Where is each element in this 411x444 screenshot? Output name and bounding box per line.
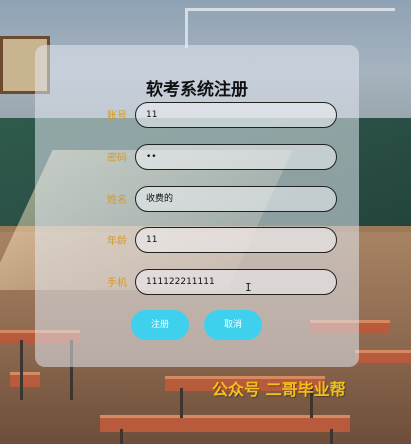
register-card: 软考系统注册 账号 11 密码 •• 姓名 收费的 年龄 11 手机 11112…: [35, 45, 359, 367]
password-label: 密码: [107, 153, 127, 164]
age-row: 年龄 11: [35, 227, 359, 253]
text-cursor-icon: I: [245, 281, 252, 294]
age-input[interactable]: 11: [135, 227, 337, 253]
form-title: 软考系统注册: [146, 80, 248, 100]
background-desk: [10, 372, 40, 387]
account-row: 账号 11: [35, 102, 359, 128]
background-pipe-vertical: [185, 8, 188, 48]
age-label: 年龄: [107, 236, 127, 247]
background-desk-leg: [120, 429, 123, 444]
background-desk-leg: [20, 340, 23, 400]
name-input[interactable]: 收费的: [135, 186, 337, 212]
name-row: 姓名 收费的: [35, 186, 359, 212]
password-input[interactable]: ••: [135, 144, 337, 170]
name-label: 姓名: [107, 195, 127, 206]
password-row: 密码 ••: [35, 144, 359, 170]
phone-label: 手机: [107, 278, 127, 289]
phone-input[interactable]: 111122211111: [135, 269, 337, 295]
watermark-text: 公众号 二哥毕业帮: [212, 380, 346, 399]
account-input[interactable]: 11: [135, 102, 337, 128]
background-desk-leg: [330, 429, 333, 444]
register-button[interactable]: 注册: [131, 310, 189, 340]
background-desk-leg: [180, 388, 183, 418]
account-label: 账号: [107, 111, 127, 122]
phone-row: 手机 111122211111: [35, 269, 359, 295]
background-pipe: [185, 8, 395, 11]
cancel-button[interactable]: 取消: [204, 310, 262, 340]
background-desk: [355, 350, 411, 363]
